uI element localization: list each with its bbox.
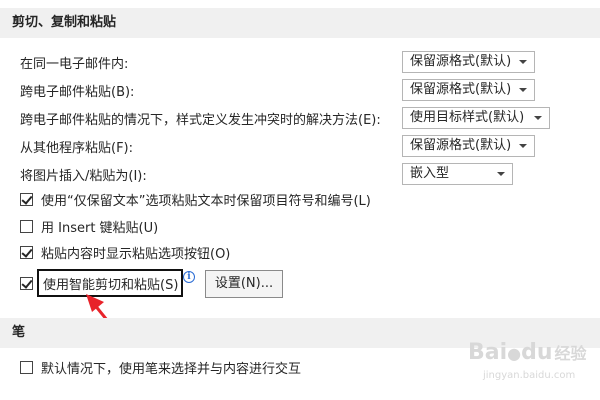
chevron-down-icon (519, 144, 527, 148)
info-icon[interactable]: i (183, 271, 195, 283)
chevron-down-icon (534, 116, 542, 120)
checkbox-row-insert-key[interactable]: 用 Insert 键粘贴(U) (20, 216, 158, 236)
label-other-programs: 从其他程序粘贴(F): (20, 141, 134, 156)
checkbox-label: 粘贴内容时显示粘贴选项按钮(O) (41, 246, 231, 262)
chevron-down-icon (519, 88, 527, 92)
dropdown-insert-picture[interactable]: 嵌入型 (402, 163, 513, 185)
label-same-email: 在同一电子邮件内: (20, 57, 129, 72)
chevron-down-icon (519, 60, 527, 64)
checkbox-checked[interactable] (20, 192, 33, 206)
dropdown-value: 保留源格式(默认) (410, 54, 512, 69)
checkbox-row-keep-bullets[interactable]: 使用“仅保留文本”选项粘贴文本时保留项目符号和编号(L) (20, 189, 371, 209)
paw-icon: ● (507, 344, 522, 363)
dropdown-other-programs[interactable]: 保留源格式(默认) (402, 135, 535, 157)
checkbox-unchecked[interactable] (20, 360, 33, 374)
checkbox-label: 默认情况下，使用笔来选择并与内容进行交互 (41, 361, 302, 377)
checkbox-row-paste-options[interactable]: 粘贴内容时显示粘贴选项按钮(O) (20, 242, 230, 262)
section-header-cut-copy-paste: 剪切、复制和粘贴 (0, 8, 600, 38)
dropdown-value: 嵌入型 (410, 166, 450, 181)
watermark-suffix: 经验 (554, 344, 587, 363)
dropdown-across-emails[interactable]: 保留源格式(默认) (402, 79, 535, 101)
checkbox-label: 使用“仅保留文本”选项粘贴文本时保留项目符号和编号(L) (41, 193, 371, 209)
dropdown-value: 保留源格式(默认) (410, 138, 512, 153)
checkbox-checked[interactable] (20, 245, 33, 259)
baidu-watermark: Bai●du 经验 (468, 340, 587, 365)
settings-button[interactable]: 设置(N)... (205, 270, 283, 298)
watermark-paw: du (521, 340, 553, 365)
label-insert-picture: 将图片插入/粘贴为(I): (20, 169, 147, 184)
label-across-emails: 跨电子邮件粘贴(B): (20, 85, 135, 100)
dropdown-style-conflict[interactable]: 使用目标样式(默认) (402, 107, 550, 129)
label-style-conflict: 跨电子邮件粘贴的情况下，样式定义发生冲突时的解决方法(E): (20, 113, 381, 128)
checkbox-checked[interactable] (20, 276, 33, 290)
dropdown-value: 保留源格式(默认) (410, 82, 512, 97)
watermark-url: jingyan.baidu.com (483, 370, 576, 381)
dropdown-same-email[interactable]: 保留源格式(默认) (402, 51, 535, 73)
checkbox-row-pen-select[interactable]: 默认情况下，使用笔来选择并与内容进行交互 (20, 357, 301, 377)
checkbox-label: 用 Insert 键粘贴(U) (41, 220, 159, 236)
checkbox-unchecked[interactable] (20, 219, 33, 233)
dropdown-value: 使用目标样式(默认) (410, 110, 525, 125)
watermark-brand: Bai (468, 340, 508, 365)
chevron-down-icon (497, 172, 505, 176)
